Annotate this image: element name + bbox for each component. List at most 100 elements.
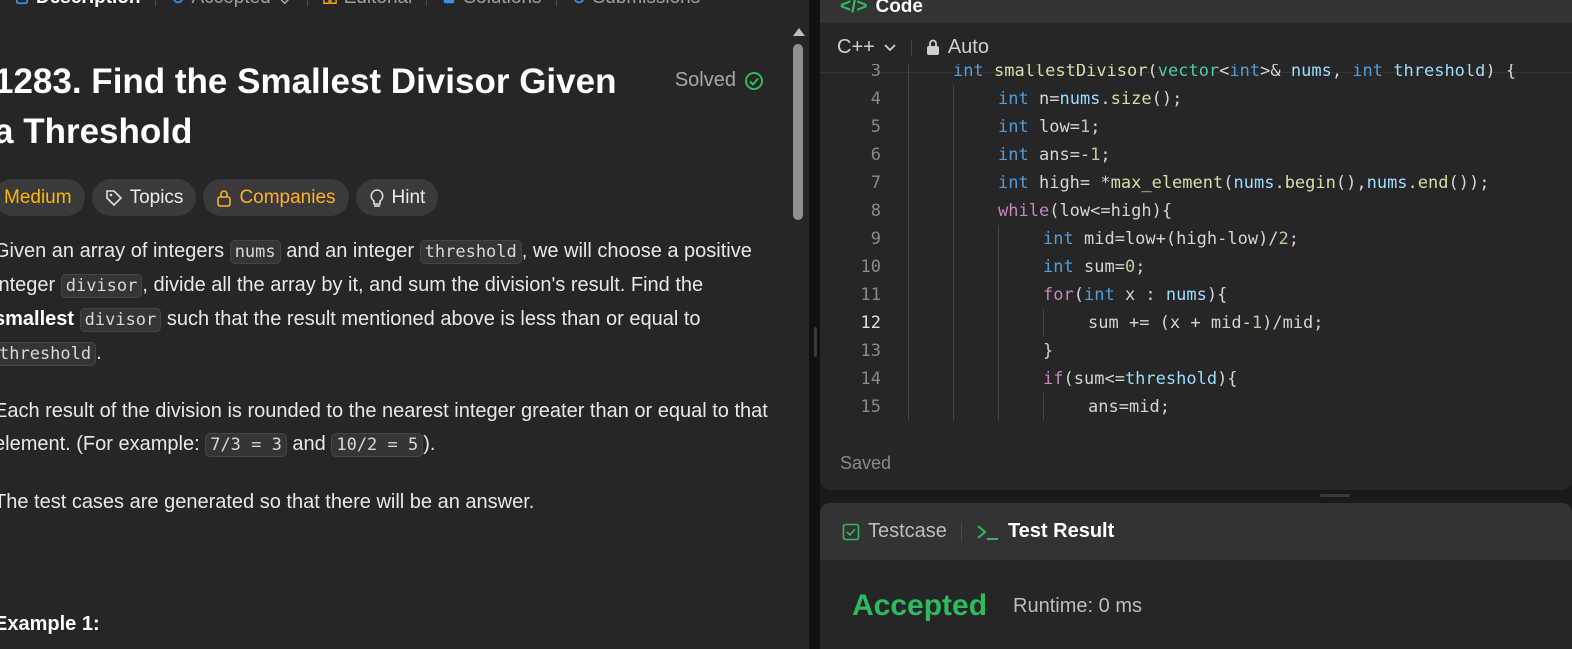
tab-editorial-label: Editorial [344, 0, 413, 9]
text: , divide all the array by it, and sum th… [142, 274, 704, 296]
indent-guide [908, 393, 909, 421]
line-number: 11 [860, 285, 881, 305]
auto-label: Auto [947, 36, 989, 58]
description-tabbar: Description Accepted ⌄ Editorial Solutio… [0, 0, 714, 10]
text: such that the result mentioned above is … [161, 308, 701, 330]
code-text: } [1043, 341, 1054, 361]
indent-guide [953, 309, 954, 337]
code-line[interactable]: 3 int smallestDivisor(vector<int>& nums, … [820, 64, 1572, 85]
indent-guide [953, 225, 954, 253]
line-number: 12 [860, 313, 881, 333]
vertical-splitter[interactable] [809, 0, 820, 649]
tab-accepted[interactable]: Accepted ⌄ [156, 0, 307, 10]
code-panel-title: Code [875, 0, 923, 17]
code-text: int ans=-1; [998, 145, 1111, 165]
description-panel: Description Accepted ⌄ Editorial Solutio… [0, 0, 809, 649]
indent-guide [998, 253, 999, 281]
solved-label: Solved [674, 69, 736, 91]
code-line[interactable]: 10 int sum=0; [820, 253, 1572, 281]
code-line[interactable]: 6 int ans=-1; [820, 141, 1572, 169]
solved-status: Solved [675, 69, 764, 92]
tab-submissions-label: Submissions [593, 0, 701, 9]
code-line[interactable]: 12 sum += (x + mid-1)/mid; [820, 309, 1572, 337]
lock-icon [217, 189, 232, 207]
tab-testcase[interactable]: Testcase [842, 520, 947, 543]
code-line[interactable]: 11 for(int x : nums){ [820, 281, 1572, 309]
text: and an integer [280, 240, 420, 262]
code-line[interactable]: 8 while(low<=high){ [820, 197, 1572, 225]
horizontal-splitter-grip[interactable] [1320, 494, 1350, 497]
lock-icon [926, 39, 939, 55]
result-summary: Accepted Runtime: 0 ms [852, 589, 1142, 623]
chevron-down-icon[interactable]: ⌄ [277, 0, 293, 10]
hint-button[interactable]: Hint [355, 179, 439, 216]
auto-mode-toggle[interactable]: Auto [926, 36, 989, 59]
indent-guide [908, 281, 909, 309]
companies-label: Companies [239, 186, 336, 208]
code-line[interactable]: 14 if(sum<=threshold){ [820, 365, 1572, 393]
text: . [96, 342, 102, 364]
tab-submissions[interactable]: Submissions [557, 0, 715, 9]
tab-editorial[interactable]: Editorial [308, 0, 427, 9]
difficulty-badge: Medium [0, 179, 85, 216]
tab-solutions[interactable]: Solutions [427, 0, 555, 9]
book-icon [322, 0, 337, 4]
indent-guide [953, 85, 954, 113]
description-scrollbar[interactable] [790, 28, 806, 649]
saved-status: Saved [840, 453, 892, 473]
tab-test-result-label: Test Result [1007, 520, 1115, 542]
code-line[interactable]: 15 ans=mid; [820, 393, 1572, 421]
line-number: 8 [870, 201, 881, 221]
runtime-label: Runtime: 0 ms [1013, 594, 1142, 617]
indent-guide [953, 281, 954, 309]
tab-description[interactable]: Description [0, 0, 155, 9]
indent-guide [998, 337, 999, 365]
indent-guide [953, 113, 954, 141]
history-icon [573, 0, 584, 4]
code-text: sum += (x + mid-1)/mid; [1088, 313, 1324, 333]
text: and [286, 433, 332, 455]
line-number: 5 [870, 117, 881, 137]
scroll-up-arrow-icon[interactable] [793, 28, 805, 36]
line-number: 4 [870, 89, 881, 109]
line-number: 6 [870, 145, 881, 165]
hint-label: Hint [391, 186, 426, 208]
line-number: 7 [870, 173, 881, 193]
code-line[interactable]: 4 int n=nums.size(); [820, 85, 1572, 113]
tab-test-result[interactable]: Test Result [976, 520, 1114, 543]
lightbulb-icon [370, 188, 384, 207]
code-line[interactable]: 7 int high= *max_element(nums.begin(),num… [820, 169, 1572, 197]
indent-guide [908, 253, 909, 281]
line-number: 14 [860, 369, 881, 389]
indent-guide [908, 197, 909, 225]
line-number: 3 [870, 64, 881, 81]
toolbar-separator [910, 39, 912, 56]
indent-guide [1043, 393, 1044, 421]
indent-guide [998, 393, 999, 421]
topics-button[interactable]: Topics [91, 179, 197, 216]
splitter-grip[interactable] [814, 327, 817, 357]
inline-code: nums [229, 240, 281, 264]
companies-button[interactable]: Companies [203, 179, 349, 216]
scrollbar-thumb[interactable] [793, 44, 803, 220]
indent-guide [908, 113, 909, 141]
code-line[interactable]: 5 int low=1; [820, 113, 1572, 141]
indent-guide [998, 365, 999, 393]
indent-guide [953, 365, 954, 393]
indent-guide [1043, 309, 1044, 337]
code-line[interactable]: 9 int mid=low+(high-low)/2; [820, 225, 1572, 253]
text: ). [423, 433, 436, 455]
indent-guide [953, 141, 954, 169]
problem-title[interactable]: 1283. Find the Smallest Divisor Given a … [0, 57, 634, 157]
code-text: int mid=low+(high-low)/2; [1043, 229, 1300, 249]
code-line[interactable]: 13} [820, 337, 1572, 365]
test-panel: Testcase Test Result Accepted Runtime: 0… [820, 503, 1572, 649]
code-icon: </> [840, 0, 868, 17]
line-number: 9 [870, 229, 881, 249]
code-panel-header: </> Code [820, 0, 1572, 23]
code-text: int smallestDivisor(vector<int>& nums, i… [953, 64, 1517, 81]
indent-guide [953, 253, 954, 281]
language-select[interactable]: C++ [837, 36, 897, 59]
indent-guide [953, 337, 954, 365]
code-editor[interactable]: 3 int smallestDivisor(vector<int>& nums, … [820, 64, 1572, 422]
